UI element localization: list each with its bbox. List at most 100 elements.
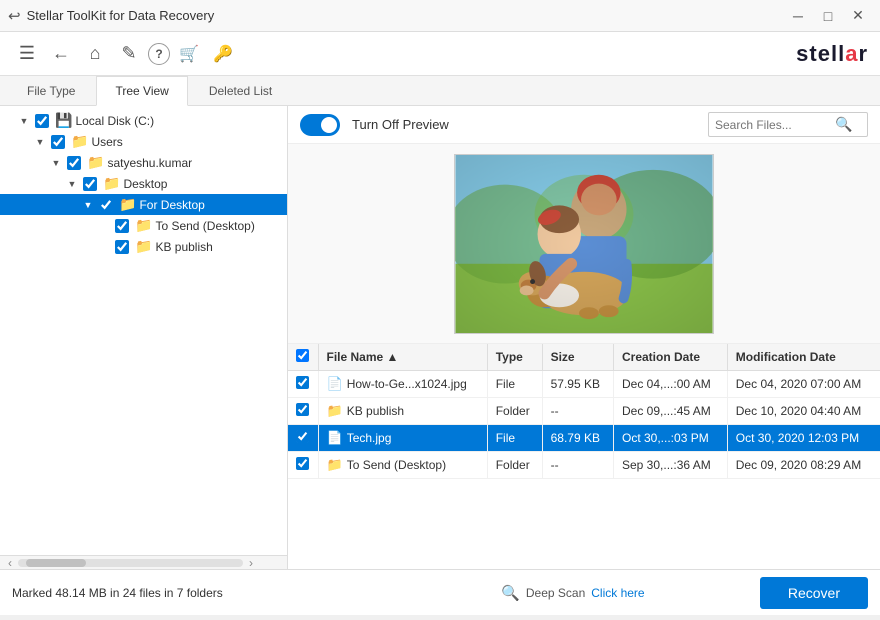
deep-scan-icon: 🔍 <box>501 584 520 602</box>
scroll-right-btn[interactable]: › <box>243 556 259 569</box>
expand-btn-local-disk[interactable]: ▼ <box>16 113 32 129</box>
scroll-track <box>18 559 243 567</box>
col-header-modification[interactable]: Modification Date <box>727 344 880 371</box>
td-creation: Sep 30,...:36 AM <box>614 452 728 479</box>
scroll-thumb[interactable] <box>26 559 86 567</box>
col-header-filename[interactable]: File Name ▲ <box>318 344 487 371</box>
tree-item-users[interactable]: ▼ 📁 Users <box>0 131 287 152</box>
deep-scan-link[interactable]: Click here <box>591 586 644 600</box>
tree-scroll-area: ▼ 💾 Local Disk (C:) ▼ 📁 Users <box>0 110 287 551</box>
col-header-checkbox[interactable] <box>288 344 318 371</box>
drive-icon-local-disk: 💾 <box>55 112 72 129</box>
folder-icon-tosend: 📁 <box>135 217 152 234</box>
row-checkbox[interactable] <box>296 376 309 389</box>
menu-icon[interactable]: ☰ <box>12 39 42 69</box>
td-creation: Dec 04,...:00 AM <box>614 371 728 398</box>
search-input[interactable] <box>715 118 835 132</box>
checkbox-users[interactable] <box>51 135 65 149</box>
table-row[interactable]: 📁To Send (Desktop) Folder -- Sep 30,...:… <box>288 452 880 479</box>
table-row[interactable]: 📄Tech.jpg File 68.79 KB Oct 30,...:03 PM… <box>288 425 880 452</box>
file-icon: 📄 <box>327 376 343 392</box>
tree-label-desktop: Desktop <box>123 177 167 191</box>
table-header-row: File Name ▲ Type Size Creation Date Modi… <box>288 344 880 371</box>
preview-area <box>288 144 880 344</box>
filename-text: How-to-Ge...x1024.jpg <box>347 377 467 391</box>
cart-icon[interactable]: 🛒 <box>174 39 204 69</box>
td-filename: 📁To Send (Desktop) <box>318 452 487 479</box>
tree-scrollbar[interactable]: ‹ › <box>0 555 287 569</box>
close-button[interactable]: ✕ <box>844 5 872 27</box>
checkbox-satyeshu[interactable] <box>67 156 81 170</box>
home-icon[interactable]: ⌂ <box>80 39 110 69</box>
expand-btn-users[interactable]: ▼ <box>32 134 48 150</box>
filename-text: Tech.jpg <box>347 431 392 445</box>
title-bar-controls: ─ □ ✕ <box>784 5 872 27</box>
row-checkbox[interactable] <box>296 403 309 416</box>
table-row[interactable]: 📄How-to-Ge...x1024.jpg File 57.95 KB Dec… <box>288 371 880 398</box>
toolbar: ☰ ← ⌂ ✎ ? 🛒 🔑 stellar <box>0 32 880 76</box>
expand-btn-desktop[interactable]: ▼ <box>64 176 80 192</box>
key-icon[interactable]: 🔑 <box>208 39 238 69</box>
row-checkbox[interactable] <box>296 457 309 470</box>
tab-tree-view[interactable]: Tree View <box>96 76 187 106</box>
preview-toggle[interactable] <box>300 114 340 136</box>
deep-scan-label: Deep Scan <box>526 586 585 600</box>
minimize-button[interactable]: ─ <box>784 5 812 27</box>
help-icon[interactable]: ? <box>148 43 170 65</box>
tree-item-kbpublish[interactable]: ▶ 📁 KB publish <box>0 236 287 257</box>
tab-deleted-list[interactable]: Deleted List <box>190 76 291 105</box>
td-size: -- <box>542 398 613 425</box>
checkbox-local-disk[interactable] <box>35 114 49 128</box>
main-layout: ▼ 💾 Local Disk (C:) ▼ 📁 Users <box>0 106 880 569</box>
select-all-checkbox[interactable] <box>296 349 309 362</box>
expand-btn-satyeshu[interactable]: ▼ <box>48 155 64 171</box>
table-row[interactable]: 📁KB publish Folder -- Dec 09,...:45 AM D… <box>288 398 880 425</box>
tree-panel-container: ▼ 💾 Local Disk (C:) ▼ 📁 Users <box>0 106 288 569</box>
filename-text: KB publish <box>347 404 404 418</box>
row-checkbox[interactable] <box>296 430 309 443</box>
right-panel: Turn Off Preview 🔍 <box>288 106 880 569</box>
deep-scan-area: 🔍 Deep Scan Click here <box>386 584 760 602</box>
td-checkbox <box>288 452 318 479</box>
td-size: 68.79 KB <box>542 425 613 452</box>
edit-icon[interactable]: ✎ <box>114 39 144 69</box>
td-modification: Dec 04, 2020 07:00 AM <box>727 371 880 398</box>
back-icon: ↩ <box>8 7 21 25</box>
tree-label-local-disk: Local Disk (C:) <box>75 114 154 128</box>
tree-item-desktop[interactable]: ▼ 📁 Desktop <box>0 173 287 194</box>
file-table-body: 📄How-to-Ge...x1024.jpg File 57.95 KB Dec… <box>288 371 880 479</box>
tree-item-fordesktop[interactable]: ▼ 📁 For Desktop <box>0 194 287 215</box>
col-header-size[interactable]: Size <box>542 344 613 371</box>
checkbox-kbpublish[interactable] <box>115 240 129 254</box>
tab-file-type[interactable]: File Type <box>8 76 94 105</box>
td-type: File <box>487 371 542 398</box>
td-checkbox <box>288 425 318 452</box>
tree-item-satyeshu[interactable]: ▼ 📁 satyeshu.kumar <box>0 152 287 173</box>
maximize-button[interactable]: □ <box>814 5 842 27</box>
search-box[interactable]: 🔍 <box>708 112 868 137</box>
tree-item-tosend[interactable]: ▶ 📁 To Send (Desktop) <box>0 215 287 236</box>
file-icon: 📄 <box>327 430 343 446</box>
checkbox-tosend[interactable] <box>115 219 129 233</box>
tree-item-local-disk[interactable]: ▼ 💾 Local Disk (C:) <box>0 110 287 131</box>
status-bar: Marked 48.14 MB in 24 files in 7 folders… <box>0 569 880 615</box>
tabs-bar: File Type Tree View Deleted List <box>0 76 880 106</box>
recover-button[interactable]: Recover <box>760 577 868 609</box>
td-type: Folder <box>487 452 542 479</box>
scroll-left-btn[interactable]: ‹ <box>2 556 18 569</box>
preview-image <box>454 154 714 334</box>
back-button[interactable]: ← <box>46 39 76 69</box>
checkbox-desktop[interactable] <box>83 177 97 191</box>
folder-icon-users: 📁 <box>71 133 88 150</box>
tree-label-tosend: To Send (Desktop) <box>155 219 254 233</box>
col-header-creation[interactable]: Creation Date <box>614 344 728 371</box>
expand-btn-fordesktop[interactable]: ▼ <box>80 197 96 213</box>
td-size: -- <box>542 452 613 479</box>
tree-label-kbpublish: KB publish <box>155 240 212 254</box>
col-header-type[interactable]: Type <box>487 344 542 371</box>
title-bar-left: ↩ Stellar ToolKit for Data Recovery <box>8 7 214 25</box>
title-bar-title: Stellar ToolKit for Data Recovery <box>27 8 215 23</box>
td-checkbox <box>288 398 318 425</box>
td-type: File <box>487 425 542 452</box>
checkbox-fordesktop[interactable] <box>99 198 113 212</box>
